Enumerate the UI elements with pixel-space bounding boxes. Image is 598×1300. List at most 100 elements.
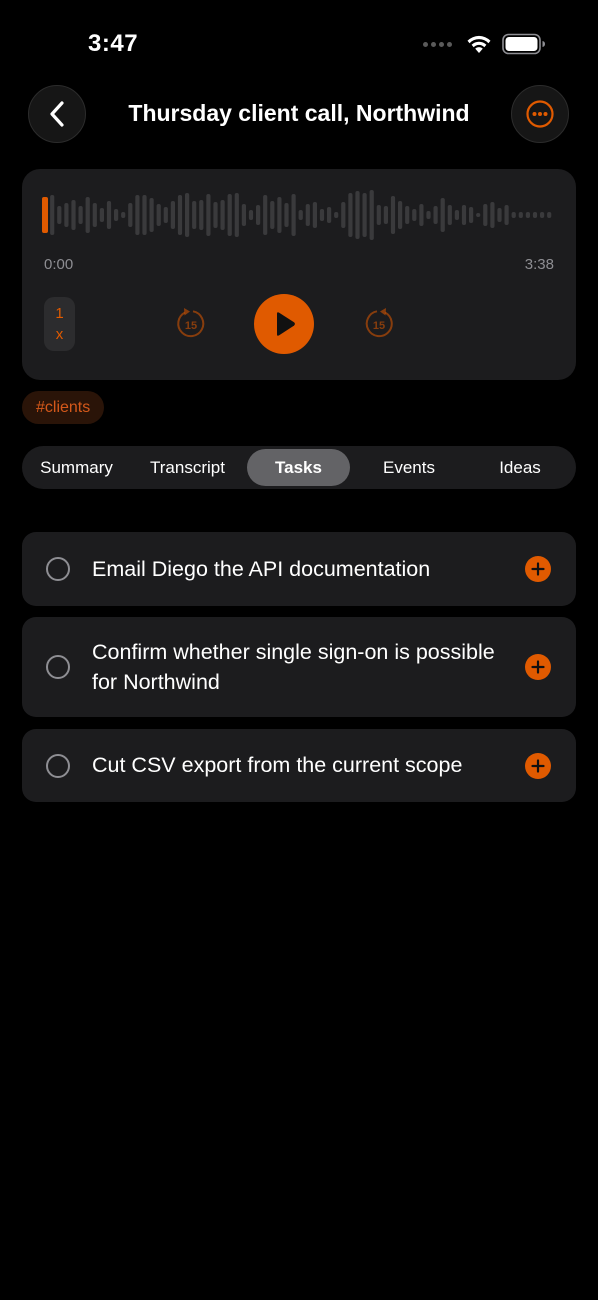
waveform-bar <box>532 212 538 218</box>
waveform-bar <box>241 204 246 226</box>
audio-waveform[interactable] <box>42 189 558 241</box>
waveform-bar <box>263 195 268 235</box>
waveform-bar <box>461 205 467 225</box>
waveform-bar <box>284 203 289 227</box>
waveform-bar <box>298 210 303 220</box>
waveform-bar <box>185 193 190 237</box>
waveform-bar <box>327 207 332 223</box>
tab-events[interactable]: Events <box>358 449 460 486</box>
waveform-bar <box>78 206 83 224</box>
waveform-bar <box>483 204 488 226</box>
status-bar: 3:47 <box>0 0 598 88</box>
header: Thursday client call, Northwind <box>0 84 598 146</box>
waveform-bar <box>234 193 239 237</box>
add-task-button[interactable] <box>525 556 551 582</box>
waveform-bar <box>227 194 232 236</box>
waveform-bar <box>525 212 530 218</box>
plus-icon <box>531 562 545 576</box>
current-time: 0:00 <box>44 256 74 273</box>
waveform-bar <box>85 197 90 233</box>
back-button[interactable] <box>28 85 86 143</box>
waveform-bar <box>312 202 317 228</box>
waveform-bar <box>369 190 374 240</box>
waveform-bar <box>362 193 367 237</box>
task-item: Email Diego the API documentation <box>22 532 576 606</box>
tab-summary[interactable]: Summary <box>26 449 127 486</box>
waveform-bar <box>454 210 459 220</box>
waveform-bar <box>248 210 254 220</box>
playhead-marker[interactable] <box>42 197 48 233</box>
skip-back-15-button[interactable]: 15 <box>174 306 208 340</box>
waveform-bar <box>206 194 211 236</box>
waveform-bar <box>64 203 69 227</box>
tab-transcript[interactable]: Transcript <box>136 449 239 486</box>
waveform-bar <box>518 212 523 218</box>
waveform-bar <box>291 194 296 236</box>
cellular-signal-icon <box>423 41 452 47</box>
waveform-bar <box>92 203 97 227</box>
waveform-bar <box>71 200 76 230</box>
add-task-button[interactable] <box>525 753 551 779</box>
task-text: Email Diego the API documentation <box>92 557 431 581</box>
waveform-bar <box>220 200 225 230</box>
speed-unit: x <box>55 326 64 343</box>
waveform-bar <box>334 212 339 218</box>
waveform-bar <box>319 209 325 221</box>
waveform-bar <box>99 208 104 222</box>
waveform-bar <box>199 200 204 230</box>
waveform-bar <box>433 206 438 224</box>
waveform-bar <box>277 197 282 233</box>
waveform-bar <box>547 212 552 218</box>
more-options-button[interactable] <box>511 85 569 143</box>
waveform-bar <box>405 206 410 224</box>
waveform-bar <box>177 195 183 235</box>
waveform-bar <box>213 202 218 228</box>
audio-player-card: 0:00 3:38 1 x 15 15 <box>22 169 576 380</box>
waveform-bar <box>106 201 112 229</box>
tag-chip[interactable]: #clients <box>22 391 105 424</box>
plus-icon <box>531 759 545 773</box>
waveform-bar <box>511 212 516 218</box>
waveform-bar <box>490 202 495 228</box>
total-duration: 3:38 <box>524 256 554 273</box>
skip-forward-15-button[interactable]: 15 <box>362 306 396 340</box>
waveform-bar <box>355 191 360 239</box>
waveform-bar <box>383 206 388 224</box>
task-checkbox[interactable] <box>46 557 70 581</box>
waveform-bar <box>135 195 140 235</box>
waveform-bar <box>170 201 175 229</box>
waveform-bar <box>348 193 353 237</box>
task-text: Cut CSV export from the current scope <box>92 753 463 777</box>
waveform-bar <box>156 204 161 226</box>
waveform-bar <box>57 206 62 224</box>
waveform-bar <box>426 211 431 219</box>
waveform-bar <box>412 209 417 221</box>
task-checkbox[interactable] <box>46 655 70 679</box>
wifi-icon <box>467 35 491 53</box>
plus-icon <box>531 660 545 674</box>
waveform-bar <box>50 195 55 235</box>
waveform-bar <box>142 195 147 235</box>
speed-value: 1 <box>55 305 64 322</box>
waveform-bar <box>163 207 168 223</box>
waveform-bar <box>121 212 126 218</box>
waveform-bar <box>497 208 502 222</box>
add-task-button[interactable] <box>525 654 551 680</box>
status-icons <box>423 33 546 55</box>
task-checkbox[interactable] <box>46 754 70 778</box>
waveform-bar <box>398 201 403 229</box>
page-title: Thursday client call, Northwind <box>128 100 470 126</box>
waveform-bar <box>390 196 396 234</box>
tab-tasks[interactable]: Tasks <box>247 449 350 486</box>
battery-icon <box>502 33 545 55</box>
tab-ideas[interactable]: Ideas <box>469 449 571 486</box>
play-button[interactable] <box>254 294 314 354</box>
section-tabs: Summary Transcript Tasks Events Ideas <box>22 446 576 489</box>
waveform-bar <box>440 198 445 232</box>
status-time: 3:47 <box>88 30 139 57</box>
waveform-bar <box>540 212 545 218</box>
task-text: Confirm whether single sign-on is possib… <box>92 640 495 694</box>
playback-speed-button[interactable]: 1 x <box>44 297 75 351</box>
waveform-bar <box>149 198 154 232</box>
waveform-bar <box>376 205 381 225</box>
